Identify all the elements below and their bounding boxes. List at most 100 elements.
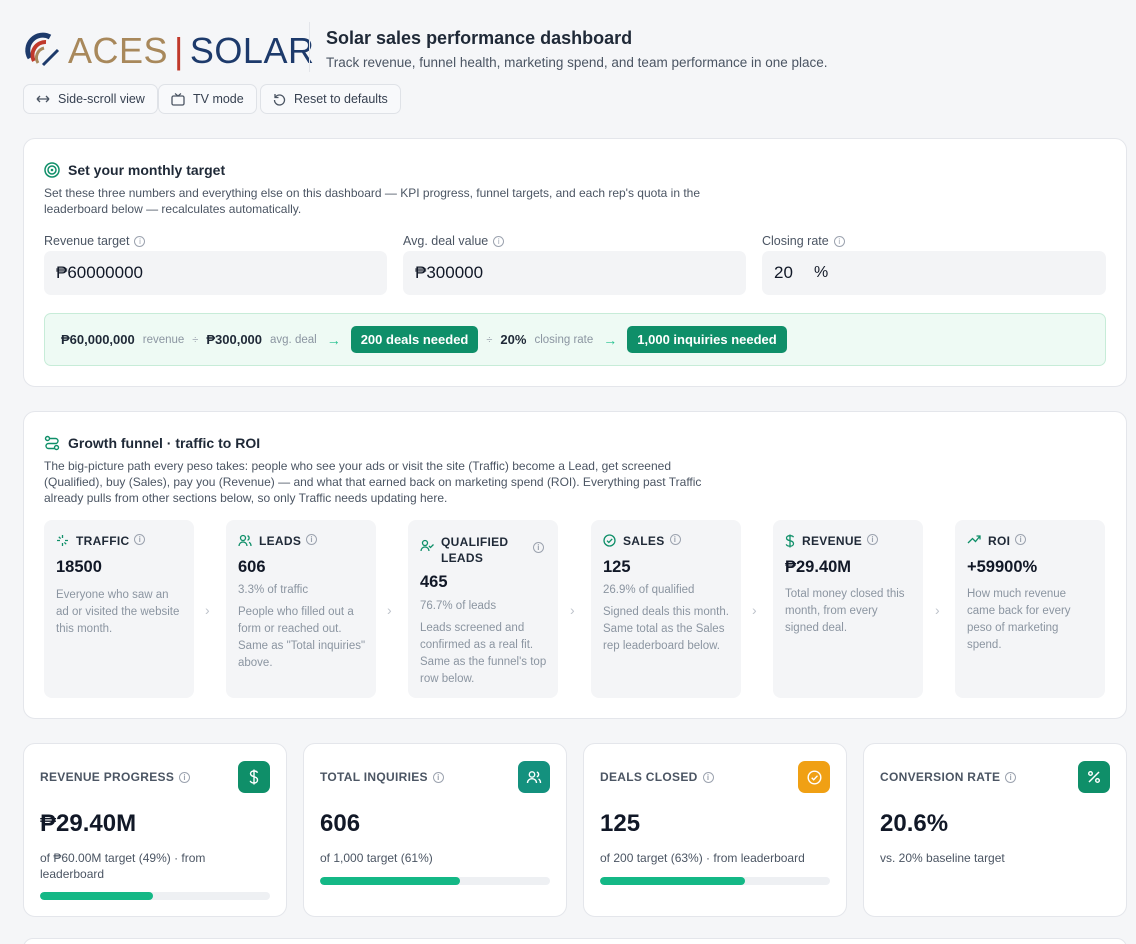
- percent-unit: %: [814, 264, 829, 281]
- info-icon[interactable]: i: [493, 235, 505, 247]
- side-scroll-button[interactable]: Side-scroll view: [23, 84, 158, 114]
- funnel-stage-roi: ROI i +59900% How much revenue came back …: [955, 520, 1105, 698]
- brand-part2: SOLAR: [189, 30, 315, 71]
- stage-description: Total money closed this month, from ever…: [785, 588, 905, 634]
- deals-needed-badge: 200 deals needed: [350, 326, 479, 353]
- check-circle-icon: [798, 761, 830, 793]
- closing-rate-input[interactable]: 20 %: [762, 251, 1106, 295]
- user-check-icon: [420, 539, 434, 552]
- page-title: Solar sales performance dashboard: [326, 28, 633, 48]
- stage-value: +59900%: [967, 558, 1038, 576]
- stage-name: ROI: [988, 534, 1011, 548]
- revenue-target-input[interactable]: ₱60000000: [44, 251, 387, 295]
- percent-icon: [1078, 761, 1110, 793]
- side-scroll-label: Side-scroll view: [58, 92, 145, 106]
- stage-value: 606: [238, 558, 266, 576]
- kpi-value: 606: [320, 810, 361, 837]
- arrow-right-icon: →: [603, 331, 618, 348]
- avg-deal-input[interactable]: ₱300000: [403, 251, 746, 295]
- kpi-progress-fill: [600, 877, 745, 885]
- kpi-value: ₱29.40M: [40, 810, 137, 837]
- closing-rate-label: Closing rate i: [762, 234, 845, 248]
- users-icon: [518, 761, 550, 793]
- kpi-conversion-rate: CONVERSION RATE i 20.6% vs. 20% baseline …: [863, 743, 1127, 917]
- chevron-right-icon: ›: [570, 602, 575, 618]
- kpi-subtext: of 1,000 target (61%): [320, 851, 433, 865]
- stage-description: People who filled out a form or reached …: [238, 606, 366, 669]
- kpi-label: TOTAL INQUIRIES: [320, 770, 428, 784]
- stage-name: TRAFFIC: [76, 534, 130, 548]
- info-icon[interactable]: i: [833, 235, 845, 247]
- info-icon[interactable]: i: [179, 771, 191, 783]
- info-icon[interactable]: i: [432, 771, 444, 783]
- next-section-card: [23, 938, 1127, 944]
- chevron-right-icon: ›: [752, 602, 757, 618]
- stage-name: LEADS: [259, 534, 302, 548]
- funnel-description: The big-picture path every peso takes: p…: [44, 459, 702, 505]
- info-icon[interactable]: i: [1015, 534, 1027, 545]
- kpi-progress-bar: [600, 877, 830, 885]
- kpi-value: 125: [600, 810, 641, 837]
- chevron-right-icon: ›: [205, 602, 210, 618]
- calc-rate: 20%: [500, 332, 527, 347]
- funnel-stage-sales: SALES i 125 26.9% of qualified Signed dea…: [591, 520, 741, 698]
- info-icon[interactable]: i: [306, 534, 318, 545]
- divide-icon: ÷: [486, 333, 493, 346]
- info-icon[interactable]: i: [134, 235, 146, 247]
- header-divider: [309, 22, 310, 72]
- kpi-label: CONVERSION RATE: [880, 770, 1001, 784]
- kpi-label: REVENUE PROGRESS: [40, 770, 175, 784]
- page-subtitle: Track revenue, funnel health, marketing …: [326, 55, 828, 70]
- stage-description: Everyone who saw an ad or visited the we…: [56, 589, 180, 635]
- stage-value: 125: [603, 558, 631, 576]
- reset-icon: [273, 93, 286, 106]
- closing-rate-value: 20: [774, 263, 793, 282]
- aces-logo-mark-icon: [25, 32, 60, 67]
- calc-rate-label: closing rate: [534, 333, 594, 346]
- kpi-progress-bar: [40, 892, 270, 900]
- reset-defaults-button[interactable]: Reset to defaults: [260, 84, 401, 114]
- stage-value: 465: [420, 573, 448, 591]
- route-icon: [44, 435, 60, 451]
- info-icon[interactable]: i: [1005, 771, 1017, 783]
- tv-mode-button[interactable]: TV mode: [158, 84, 257, 114]
- kpi-revenue-progress: REVENUE PROGRESS i ₱29.40M of ₱60.00M tar…: [23, 743, 287, 917]
- kpi-subtext: vs. 20% baseline target: [880, 851, 1005, 865]
- users-icon: [238, 534, 252, 547]
- funnel-title-text: Growth funnel · traffic to ROI: [68, 435, 261, 451]
- calc-revenue-label: revenue: [142, 333, 185, 346]
- brand-part1: ACES: [68, 30, 169, 71]
- kpi-total-inquiries: TOTAL INQUIRIES i 606 of 1,000 target (61…: [303, 743, 567, 917]
- brand-logo: ACES | SOLAR: [24, 28, 314, 72]
- calc-deal-label: avg. deal: [270, 333, 317, 346]
- calc-revenue: ₱60,000,000: [61, 332, 135, 347]
- stage-description: Leads screened and confirmed as a real f…: [420, 622, 547, 685]
- reset-label: Reset to defaults: [294, 92, 388, 106]
- info-icon[interactable]: i: [134, 534, 146, 545]
- kpi-progress-bar: [320, 877, 550, 885]
- tv-icon: [171, 92, 185, 106]
- chevron-right-icon: ›: [387, 602, 392, 618]
- info-icon[interactable]: i: [867, 534, 879, 545]
- info-icon[interactable]: i: [702, 771, 714, 783]
- info-icon[interactable]: i: [669, 534, 681, 545]
- stage-subtext: 76.7% of leads: [420, 600, 497, 612]
- chevron-right-icon: ›: [935, 602, 940, 618]
- funnel-stage-revenue: REVENUE i ₱29.40M Total money closed this…: [773, 520, 923, 698]
- trend-up-icon: [967, 535, 981, 544]
- monthly-target-card: Set your monthly target Set these three …: [23, 138, 1127, 387]
- kpi-subtext: of ₱60.00M target (49%) · from leaderboa…: [40, 851, 206, 881]
- brand-separator: |: [174, 30, 184, 71]
- kpi-subtext: of 200 target (63%) · from leaderboard: [600, 851, 805, 865]
- calc-deal: ₱300,000: [206, 332, 263, 347]
- stage-description: How much revenue came back for every pes…: [967, 588, 1071, 651]
- dollar-icon: [238, 761, 270, 793]
- target-icon: [44, 162, 60, 178]
- target-calculation: ₱60,000,000 revenue ÷ ₱300,000 avg. deal…: [44, 313, 1106, 366]
- stage-value: ₱29.40M: [785, 558, 852, 576]
- info-icon[interactable]: i: [533, 542, 544, 553]
- arrow-right-icon: →: [326, 331, 341, 348]
- funnel-title: Growth funnel · traffic to ROI: [44, 435, 260, 451]
- kpi-deals-closed: DEALS CLOSED i 125 of 200 target (63%) · …: [583, 743, 847, 917]
- funnel-stage-qualified-leads: QUALIFIED LEADS i 465 76.7% of leads Lead…: [408, 520, 558, 698]
